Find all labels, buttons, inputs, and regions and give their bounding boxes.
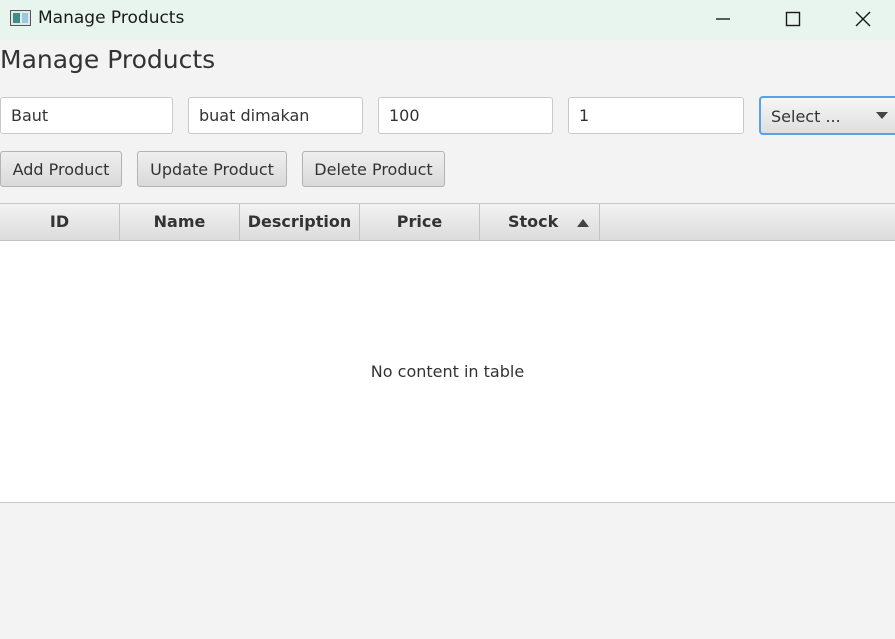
maximize-icon <box>785 11 801 27</box>
column-header-price[interactable]: Price <box>360 204 480 240</box>
close-icon <box>855 11 871 27</box>
product-name-input[interactable] <box>0 97 173 134</box>
column-header-id[interactable]: ID <box>0 204 120 240</box>
app-icon <box>10 10 31 26</box>
chevron-down-icon <box>876 112 888 119</box>
maximize-button[interactable] <box>770 0 816 38</box>
category-select-label: Select ... <box>771 107 841 126</box>
window-title: Manage Products <box>38 8 185 28</box>
close-button[interactable] <box>840 0 886 38</box>
page-title: Manage Products <box>0 45 216 74</box>
product-description-input[interactable] <box>188 97 363 134</box>
table-header: ID Name Description Price Stock <box>0 204 895 241</box>
minimize-button[interactable] <box>700 0 746 38</box>
column-header-description[interactable]: Description <box>240 204 360 240</box>
products-table[interactable]: ID Name Description Price Stock No conte… <box>0 203 895 503</box>
column-header-name[interactable]: Name <box>120 204 240 240</box>
product-stock-input[interactable] <box>568 97 744 134</box>
window-titlebar: Manage Products <box>0 0 895 40</box>
update-product-button[interactable]: Update Product <box>137 151 287 187</box>
minimize-icon <box>716 18 730 20</box>
column-header-filler <box>600 204 895 240</box>
add-product-button[interactable]: Add Product <box>0 151 122 187</box>
sort-ascending-icon <box>577 219 589 227</box>
category-select[interactable]: Select ... <box>759 96 895 135</box>
delete-product-button[interactable]: Delete Product <box>302 151 445 187</box>
product-price-input[interactable] <box>378 97 553 134</box>
column-header-stock-label: Stock <box>508 212 559 231</box>
column-header-stock[interactable]: Stock <box>480 204 600 240</box>
table-empty-message: No content in table <box>370 362 525 381</box>
